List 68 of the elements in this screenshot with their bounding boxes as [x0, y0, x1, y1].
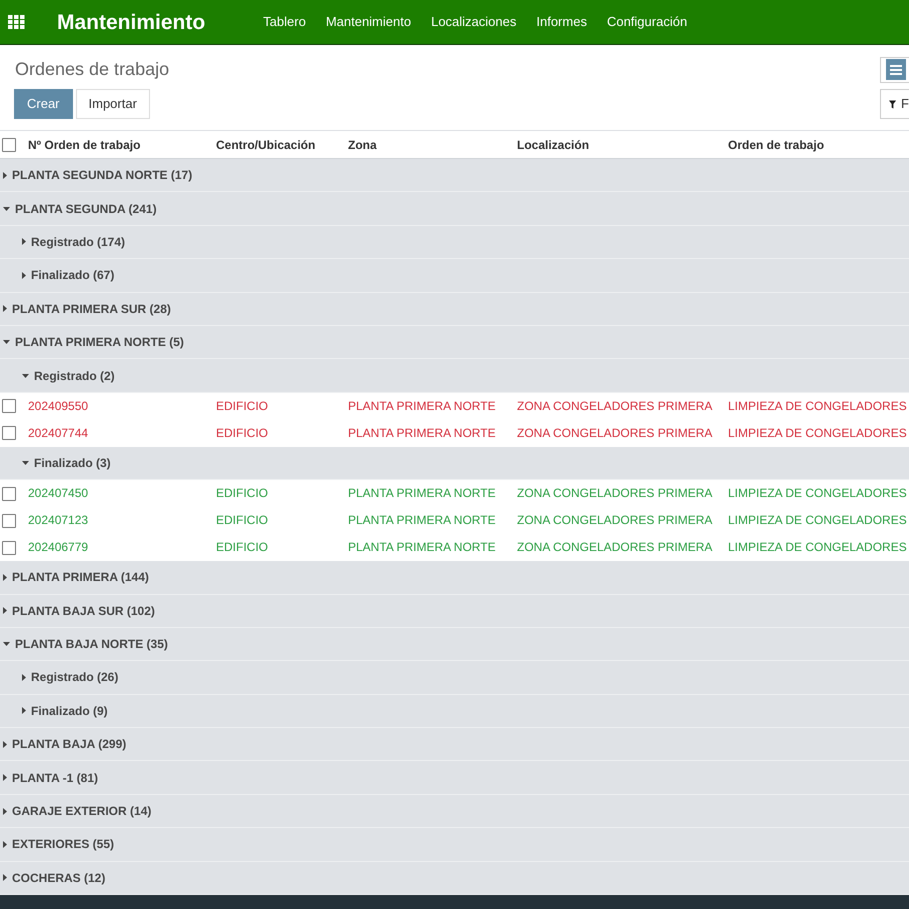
row-checkbox[interactable] [2, 514, 16, 528]
group-row[interactable]: PLANTA SEGUNDA NORTE (17) [0, 159, 909, 192]
table-cell: 202409550 [28, 399, 88, 414]
table-cell: ZONA CONGELADORES PRIMERA [517, 513, 712, 528]
group-row[interactable]: PLANTA BAJA NORTE (35) [0, 628, 909, 662]
group-row[interactable]: Registrado (174) [0, 226, 909, 260]
group-row[interactable]: EXTERIORES (55) [0, 828, 909, 862]
group-row[interactable]: Registrado (26) [0, 661, 909, 695]
table-cell: LIMPIEZA DE CONGELADORES [728, 540, 907, 555]
column-header[interactable]: Localización [517, 136, 590, 154]
table-cell: LIMPIEZA DE CONGELADORES [728, 426, 907, 440]
group-row[interactable]: Registrado (2) [0, 359, 909, 393]
table-cell: PLANTA PRIMERA NORTE [348, 540, 496, 555]
row-checkbox[interactable] [2, 540, 16, 555]
funnel-icon [889, 100, 896, 108]
table-cell: PLANTA PRIMERA NORTE [348, 486, 496, 501]
row-checkbox[interactable] [2, 426, 16, 440]
group-row[interactable]: PLANTA PRIMERA (144) [0, 561, 909, 595]
table-cell: EDIFICIO [216, 426, 268, 440]
row-checkbox[interactable] [2, 399, 16, 414]
group-row[interactable]: Finalizado (67) [0, 259, 909, 293]
table-cell: LIMPIEZA DE CONGELADORES [728, 486, 907, 501]
table-cell: LIMPIEZA DE CONGELADORES [728, 399, 907, 414]
menu-item[interactable]: Mantenimiento [326, 14, 412, 30]
apps-grid-icon[interactable] [8, 15, 25, 29]
menu-item[interactable]: Informes [536, 14, 587, 30]
group-row[interactable]: Finalizado (9) [0, 694, 909, 728]
row-checkbox[interactable] [2, 486, 16, 501]
select-all-checkbox[interactable] [2, 138, 16, 152]
menu-item[interactable]: Localizaciones [431, 14, 516, 30]
group-row[interactable]: PLANTA BAJA (299) [0, 728, 909, 762]
table-cell: 202406779 [28, 540, 88, 555]
table-cell: PLANTA PRIMERA NORTE [348, 426, 496, 440]
group-row[interactable]: GARAJE EXTERIOR (14) [0, 794, 909, 828]
group-row[interactable]: PLANTA SEGUNDA (241) [0, 192, 909, 226]
group-row[interactable]: PLANTA PRIMERA SUR (28) [0, 292, 909, 326]
group-row[interactable]: PLANTA -1 (81) [0, 761, 909, 795]
table-cell: 202407123 [28, 513, 88, 528]
column-header[interactable]: Centro/Ubicación [216, 136, 316, 154]
import-button[interactable]: Importar [76, 89, 150, 119]
column-header[interactable]: Orden de trabajo [728, 136, 824, 154]
group-row[interactable]: PLANTA BAJA SUR (102) [0, 594, 909, 628]
column-header[interactable]: Zona [348, 136, 377, 154]
list-icon [890, 64, 902, 74]
table-cell: LIMPIEZA DE CONGELADORES [728, 513, 907, 528]
table-cell: ZONA CONGELADORES PRIMERA [517, 399, 712, 414]
table-cell: EDIFICIO [216, 513, 268, 528]
filter-button[interactable]: F [880, 89, 909, 119]
create-button[interactable]: Crear [14, 89, 73, 119]
table-cell: ZONA CONGELADORES PRIMERA [517, 486, 712, 501]
group-row[interactable]: PLANTA PRIMERA NORTE (5) [0, 326, 909, 360]
table-cell: ZONA CONGELADORES PRIMERA [517, 426, 712, 440]
table-cell: EDIFICIO [216, 540, 268, 555]
table-cell: 202407450 [28, 486, 88, 501]
column-header[interactable]: Nº Orden de trabajo [28, 136, 140, 154]
table-cell: EDIFICIO [216, 399, 268, 414]
table-cell: 202407744 [28, 426, 88, 440]
menu-item[interactable]: Tablero [263, 14, 306, 30]
table-cell: PLANTA PRIMERA NORTE [348, 513, 496, 528]
brand-title: Mantenimiento [57, 12, 206, 32]
group-row[interactable]: Finalizado (3) [0, 446, 909, 480]
list-view-button[interactable] [886, 59, 906, 80]
table-cell: PLANTA PRIMERA NORTE [348, 399, 496, 414]
table-cell: ZONA CONGELADORES PRIMERA [517, 540, 712, 555]
group-row[interactable]: COCHERAS (12) [0, 862, 909, 896]
page-title: Ordenes de trabajo [15, 58, 170, 81]
menu-item[interactable]: Configuración [606, 14, 688, 30]
table-cell: EDIFICIO [216, 486, 268, 501]
